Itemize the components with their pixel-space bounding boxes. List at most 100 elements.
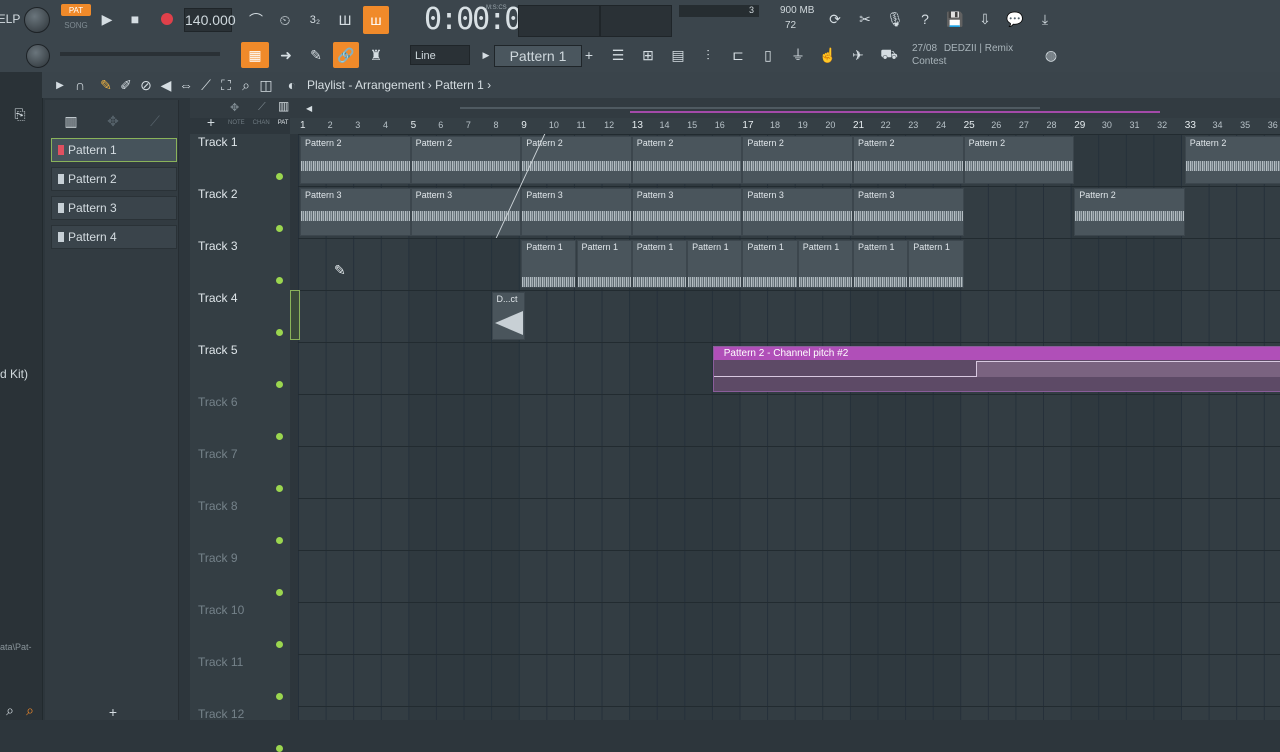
select-tool[interactable]: ⛶ bbox=[218, 76, 234, 94]
playlist-clip[interactable]: Pattern 1 bbox=[521, 240, 577, 288]
browser-button[interactable]: ▯ bbox=[755, 42, 781, 68]
playlist-clip[interactable]: Pattern 2 bbox=[300, 136, 411, 184]
playlist-clip[interactable]: Pattern 3 bbox=[300, 188, 411, 236]
overview-arrow[interactable]: ◀ bbox=[306, 104, 312, 113]
pattern-item[interactable]: Pattern 4 bbox=[51, 225, 177, 249]
playlist-clip[interactable]: Pattern 1 bbox=[797, 240, 853, 288]
track-label[interactable]: Track 10 bbox=[198, 603, 244, 617]
wait-record-button[interactable]: ⏲ bbox=[273, 8, 297, 32]
pattern-item[interactable]: Pattern 2 bbox=[51, 167, 177, 191]
mute-tool[interactable]: ◀ bbox=[158, 76, 174, 94]
tab-pat[interactable]: PAT bbox=[278, 120, 289, 132]
playlist-clip[interactable]: Pattern 1 bbox=[853, 240, 909, 288]
track-mute-led[interactable] bbox=[276, 537, 283, 544]
playback-tool[interactable]: ◫ bbox=[258, 76, 274, 94]
playlist-menu-button[interactable]: ▶ bbox=[52, 76, 68, 94]
metronome-button[interactable]: ⌒ bbox=[244, 8, 268, 32]
save-button[interactable]: 💾 bbox=[942, 6, 968, 32]
playlist-grid[interactable]: Pattern 2 Pattern 2 Pattern 2 Pattern 2 Patt… bbox=[298, 134, 1280, 720]
playlist-clip[interactable]: Pattern 1 bbox=[908, 240, 964, 288]
plugin-picker-button[interactable]: ✈ bbox=[845, 42, 871, 68]
track-mute-led[interactable] bbox=[276, 329, 283, 336]
add-track-button[interactable]: + bbox=[204, 114, 218, 130]
plugin-database-button[interactable]: ⏚ bbox=[785, 42, 811, 68]
playlist-view-button[interactable]: ☰ bbox=[605, 42, 631, 68]
playlist-clip[interactable]: Pattern 2 bbox=[742, 136, 853, 184]
playlist-clip[interactable]: Pattern 3 bbox=[631, 188, 743, 236]
breadcrumb-playlist[interactable]: Playlist bbox=[307, 78, 345, 92]
master-pitch-slider[interactable] bbox=[60, 52, 220, 56]
track-label[interactable]: Track 3 bbox=[198, 239, 238, 253]
playlist-clip[interactable]: Pattern 1 bbox=[742, 240, 798, 288]
playlist-clip[interactable]: Pattern 1 bbox=[631, 240, 688, 288]
add-pattern-button[interactable]: + bbox=[582, 45, 596, 65]
chat-button[interactable]: 💬 bbox=[1002, 6, 1028, 32]
playlist-clip[interactable]: Pattern 3 bbox=[742, 188, 853, 236]
playlist-clip[interactable]: Pattern 1 bbox=[687, 240, 743, 288]
automation-clip[interactable]: Pattern 2 - Channel pitch #2 bbox=[712, 346, 1280, 392]
playlist-clip[interactable]: Pattern 3 bbox=[410, 188, 522, 236]
track-label[interactable]: Track 9 bbox=[198, 551, 238, 565]
slip-tool[interactable]: ⇔ bbox=[178, 76, 194, 94]
step-edit-button[interactable]: Ш bbox=[333, 8, 357, 32]
playlist-clip[interactable]: Pattern 2 bbox=[853, 136, 964, 184]
track-label[interactable]: Track 12 bbox=[198, 707, 244, 721]
stamp-button[interactable]: ♜ bbox=[363, 42, 389, 68]
track-label[interactable]: Track 5 bbox=[198, 343, 238, 357]
pattern-prev-button[interactable]: ▶ bbox=[480, 45, 492, 65]
browser-zoom-button[interactable]: ⌕ bbox=[22, 702, 38, 718]
snap-arrow-button[interactable]: ➜ bbox=[273, 42, 299, 68]
playlist-clip[interactable]: D...ct bbox=[491, 292, 526, 340]
loop-record-button[interactable]: ш bbox=[363, 6, 389, 34]
playlist-clip[interactable]: Pattern 2 bbox=[631, 136, 743, 184]
track-mute-led[interactable] bbox=[276, 277, 283, 284]
add-pattern-plus[interactable]: + bbox=[105, 704, 121, 720]
audio-icon-button[interactable]: ⟋ bbox=[145, 112, 165, 130]
track-mute-led[interactable] bbox=[276, 173, 283, 180]
browser-folder-button[interactable]: ⎘ bbox=[10, 104, 30, 124]
track-mute-led[interactable] bbox=[276, 745, 283, 752]
magnet-button[interactable]: ∩ bbox=[72, 76, 88, 94]
pattern-item[interactable]: Pattern 1 bbox=[51, 138, 177, 162]
playlist-clip[interactable]: Pattern 2 bbox=[963, 136, 1075, 184]
draw-tool[interactable]: ✎ bbox=[98, 76, 114, 94]
browser-tree-button[interactable]: ⊏ bbox=[725, 42, 751, 68]
touch-controller-button[interactable]: ☝ bbox=[815, 42, 841, 68]
globe-button[interactable]: ◍ bbox=[1042, 46, 1060, 64]
playlist-clip[interactable]: Pattern 3 bbox=[521, 188, 632, 236]
track-label[interactable]: Track 11 bbox=[198, 655, 243, 669]
paint-tool[interactable]: ✐ bbox=[118, 76, 134, 94]
track-mute-led[interactable] bbox=[276, 433, 283, 440]
playlist-clip[interactable]: Pattern 1 bbox=[576, 240, 632, 288]
playlist-options-button[interactable]: ◐ bbox=[285, 76, 299, 94]
help-question-button[interactable]: ? bbox=[912, 6, 938, 32]
master-volume-knob[interactable] bbox=[24, 7, 50, 33]
mixer-button[interactable]: ⫶ bbox=[695, 42, 721, 68]
pattern-item[interactable]: Pattern 3 bbox=[51, 196, 177, 220]
track-mute-led[interactable] bbox=[276, 225, 283, 232]
pat-mode-button[interactable]: PAT bbox=[61, 4, 91, 16]
track-label[interactable]: Track 7 bbox=[198, 447, 238, 461]
playlist-clip[interactable]: Pattern 2 bbox=[1184, 136, 1280, 184]
breadcrumb-pattern[interactable]: Pattern 1 bbox=[435, 78, 484, 92]
track-mute-led[interactable] bbox=[276, 381, 283, 388]
playlist-clip[interactable]: Pattern 2 bbox=[1074, 188, 1185, 236]
draw-mode-button[interactable]: ✎ bbox=[303, 42, 329, 68]
track-mute-led[interactable] bbox=[276, 589, 283, 596]
audio-record-button[interactable]: 🎙 bbox=[882, 6, 908, 32]
slice-tool[interactable]: ⟋ bbox=[198, 76, 214, 94]
playlist-clip[interactable]: Pattern 2 bbox=[521, 136, 632, 184]
track-mute-led[interactable] bbox=[276, 693, 283, 700]
record-button[interactable] bbox=[156, 8, 178, 30]
song-mode-button[interactable]: SONG bbox=[61, 19, 91, 31]
snap-selector[interactable]: Line bbox=[410, 45, 470, 65]
track-label[interactable]: Track 8 bbox=[198, 499, 238, 513]
browser-search-button[interactable]: ⌕ bbox=[2, 702, 18, 718]
track-label[interactable]: Track 1 bbox=[198, 135, 238, 149]
playlist-clip[interactable]: Pattern 2 bbox=[410, 136, 522, 184]
tab-chan[interactable]: CHAN bbox=[253, 120, 270, 132]
countdown-button[interactable]: 3₂ bbox=[303, 8, 327, 32]
news-title[interactable]: DEDZII | Remix bbox=[944, 43, 1013, 54]
tab-note[interactable]: NOTE bbox=[228, 120, 245, 132]
chan-tab-icon[interactable]: ⟋ bbox=[258, 101, 272, 113]
